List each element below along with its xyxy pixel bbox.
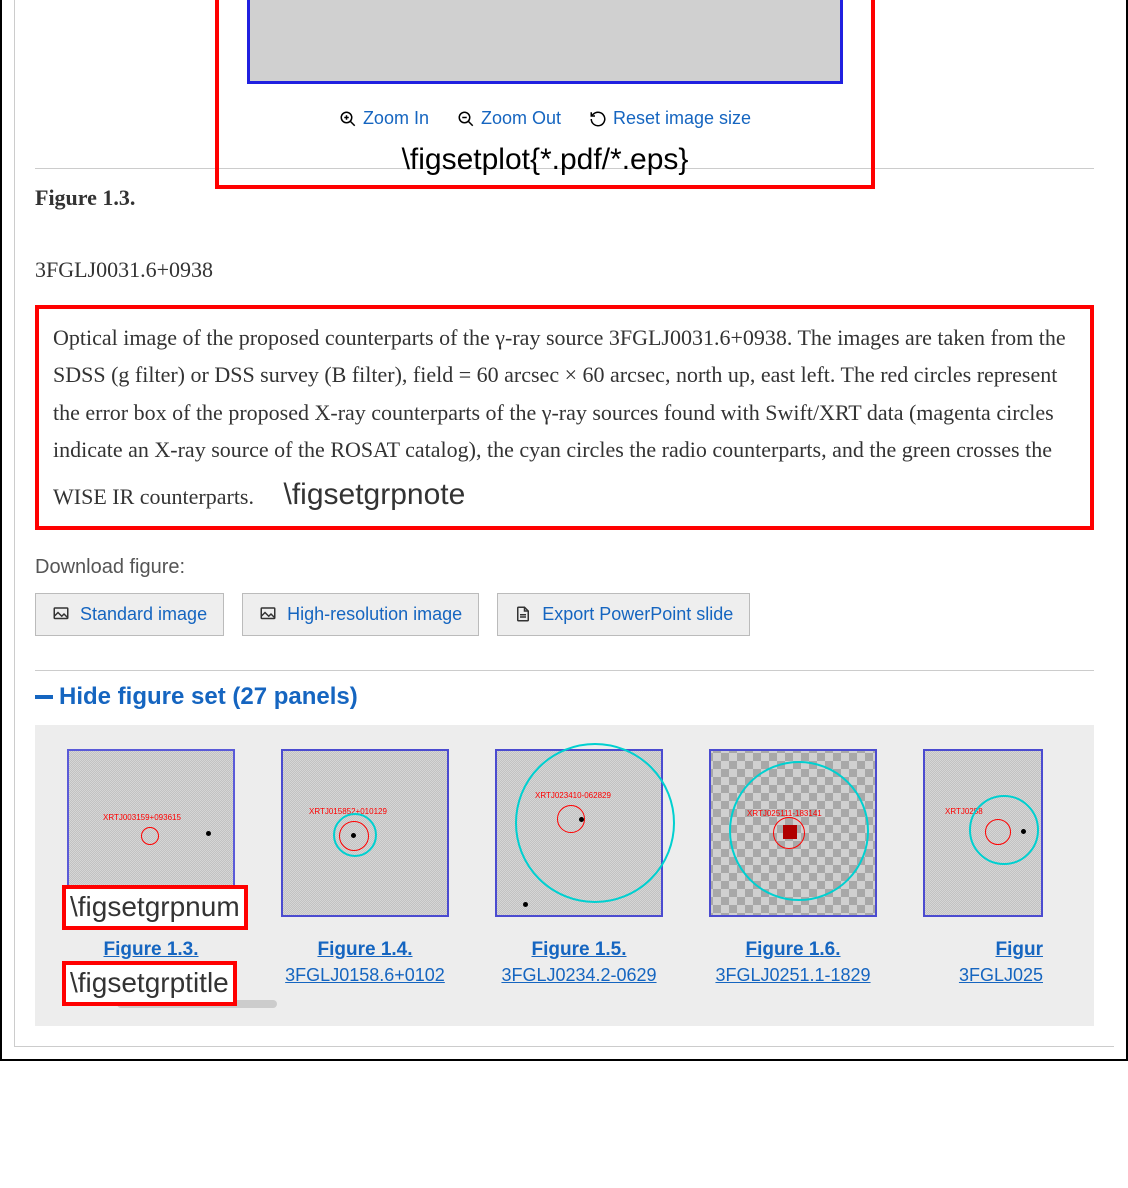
figure-title: 3FGLJ0031.6+0938 [35,257,1094,283]
image-icon [52,605,70,623]
thumbnail-figure-link[interactable]: Figure 1.3. [103,939,198,961]
thumbnail-title-link[interactable]: 3FGLJ0251.1-1829 [715,965,870,986]
thumbnail-image[interactable]: XRTJ015852+010129 [281,749,449,917]
thumbnail-figure-link[interactable]: Figure 1.4. [317,939,412,961]
thumbnail-title-link[interactable]: 3FGLJ025 [959,965,1043,986]
image-icon [259,605,277,623]
figure-set-item: XRTJ025111-183141 Figure 1.6. 3FGLJ0251.… [709,749,877,986]
toggle-figure-set[interactable]: Hide figure set (27 panels) [35,683,1094,711]
figure-set-item: XRTJ0258 Figur 3FGLJ025 [923,749,1043,986]
thumbnail-src-label: XRTJ003159+093615 [103,813,181,822]
separator [35,168,1094,169]
figure-set-item: XRTJ003159+093615 Figure 1.3. 3FGLJ0031.… [67,749,235,986]
thumbnail-figure-link[interactable]: Figur [996,939,1044,961]
thumbnail-title-link[interactable]: 3FGLJ0234.2-0629 [501,965,656,986]
hires-image-button[interactable]: High-resolution image [242,593,479,636]
figure-set-item: XRTJ023410-062829 Figure 1.5. 3FGLJ0234.… [495,749,663,986]
separator [35,670,1094,671]
figsetgrpnote-annotation: \figsetgrpnote [284,478,466,511]
figure-set-strip: XRTJ003159+093615 Figure 1.3. 3FGLJ0031.… [35,725,1094,1026]
thumbnail-title-link[interactable]: 3FGLJ0158.6+0102 [285,965,445,986]
thumbnail-image[interactable]: XRTJ023410-062829 [495,749,663,917]
figsetgrptitle-annotation: \figsetgrptitle [62,961,237,1005]
thumbnail-figure-link[interactable]: Figure 1.6. [745,939,840,961]
standard-image-button[interactable]: Standard image [35,593,224,636]
file-icon [514,605,532,623]
export-ppt-button[interactable]: Export PowerPoint slide [497,593,750,636]
figure-caption: Optical image of the proposed counterpar… [35,305,1094,530]
toggle-label: Hide figure set (27 panels) [59,683,358,711]
figsetgrpnum-annotation: \figsetgrpnum [62,885,248,929]
figure-caption-text: Optical image of the proposed counterpar… [53,325,1066,509]
download-label: Download figure: [35,556,1094,579]
hires-image-label: High-resolution image [287,604,462,625]
figure-label: Figure 1.3. [35,185,135,211]
standard-image-label: Standard image [80,604,207,625]
thumbnail-image[interactable]: XRTJ0258 [923,749,1043,917]
figure-set-item: XRTJ015852+010129 Figure 1.4. 3FGLJ0158.… [281,749,449,986]
thumbnail-image[interactable]: XRTJ025111-183141 [709,749,877,917]
thumbnail-figure-link[interactable]: Figure 1.5. [531,939,626,961]
export-ppt-label: Export PowerPoint slide [542,604,733,625]
minus-icon [35,695,53,699]
